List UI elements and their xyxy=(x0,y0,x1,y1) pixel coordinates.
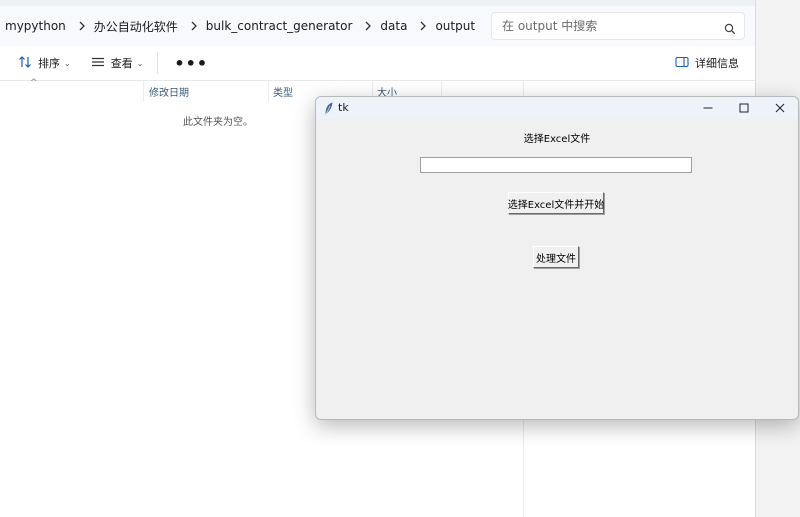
close-button[interactable] xyxy=(762,97,798,119)
breadcrumb-item-office[interactable]: 办公自动化软件 xyxy=(94,18,182,35)
empty-folder-message: 此文件夹为空。 xyxy=(183,117,253,128)
chevron-down-icon: ⌄ xyxy=(136,58,144,68)
select-excel-and-start-button[interactable]: 选择Excel文件并开始 xyxy=(508,192,604,214)
excel-path-entry[interactable] xyxy=(420,157,692,173)
column-divider[interactable] xyxy=(143,80,144,102)
breadcrumb-item-data[interactable]: data xyxy=(380,19,411,33)
sort-indicator-icon: ^ xyxy=(30,78,38,88)
minimize-icon xyxy=(703,107,713,109)
more-options-button[interactable]: ••• xyxy=(166,49,216,77)
maximize-icon xyxy=(739,103,749,113)
view-button[interactable]: 查看 ⌄ xyxy=(85,49,150,77)
breadcrumb: mypython 办公自动化软件 bulk_contract_generator… xyxy=(0,6,479,46)
maximize-button[interactable] xyxy=(726,97,762,119)
view-label: 查看 xyxy=(110,57,133,70)
tk-title-bar[interactable]: tk xyxy=(316,97,798,119)
process-file-button[interactable]: 处理文件 xyxy=(533,246,579,268)
close-icon xyxy=(775,103,785,113)
details-label: 详细信息 xyxy=(695,57,739,70)
tk-window: tk 选择Excel文件 选择Excel文件并开始 处理文件 xyxy=(315,96,799,420)
view-list-icon xyxy=(91,55,105,72)
breadcrumb-item-bulk-contract[interactable]: bulk_contract_generator xyxy=(206,19,357,33)
details-pane-button[interactable]: 详细信息 xyxy=(675,46,739,80)
column-header-type[interactable]: 类型 xyxy=(273,84,293,99)
minimize-button[interactable] xyxy=(690,97,726,119)
command-bar: 排序 ⌄ 查看 ⌄ ••• 详细信息 xyxy=(0,46,755,81)
breadcrumb-item-mypython[interactable]: mypython xyxy=(5,19,70,33)
tk-window-title: tk xyxy=(338,101,349,114)
chevron-down-icon: ⌄ xyxy=(64,58,71,68)
address-bar[interactable]: mypython 办公自动化软件 bulk_contract_generator… xyxy=(0,6,755,46)
column-header-modified[interactable]: 修改日期 xyxy=(149,84,189,99)
breadcrumb-item-output[interactable]: output xyxy=(435,19,479,33)
chevron-right-icon[interactable] xyxy=(70,21,94,31)
column-divider[interactable] xyxy=(268,80,269,102)
search-icon[interactable] xyxy=(724,20,736,39)
chevron-right-icon[interactable] xyxy=(411,21,435,31)
select-excel-label: 选择Excel文件 xyxy=(523,134,591,145)
chevron-right-icon[interactable] xyxy=(356,21,380,31)
search-input[interactable] xyxy=(502,19,712,33)
sort-button[interactable]: 排序 ⌄ xyxy=(12,49,77,77)
details-pane-icon xyxy=(675,56,689,71)
tk-feather-icon xyxy=(324,101,334,120)
sort-icon xyxy=(18,55,32,72)
chevron-right-icon[interactable] xyxy=(182,21,206,31)
sort-label: 排序 xyxy=(38,57,60,70)
search-box[interactable] xyxy=(491,12,745,40)
toolbar-divider xyxy=(157,52,159,74)
